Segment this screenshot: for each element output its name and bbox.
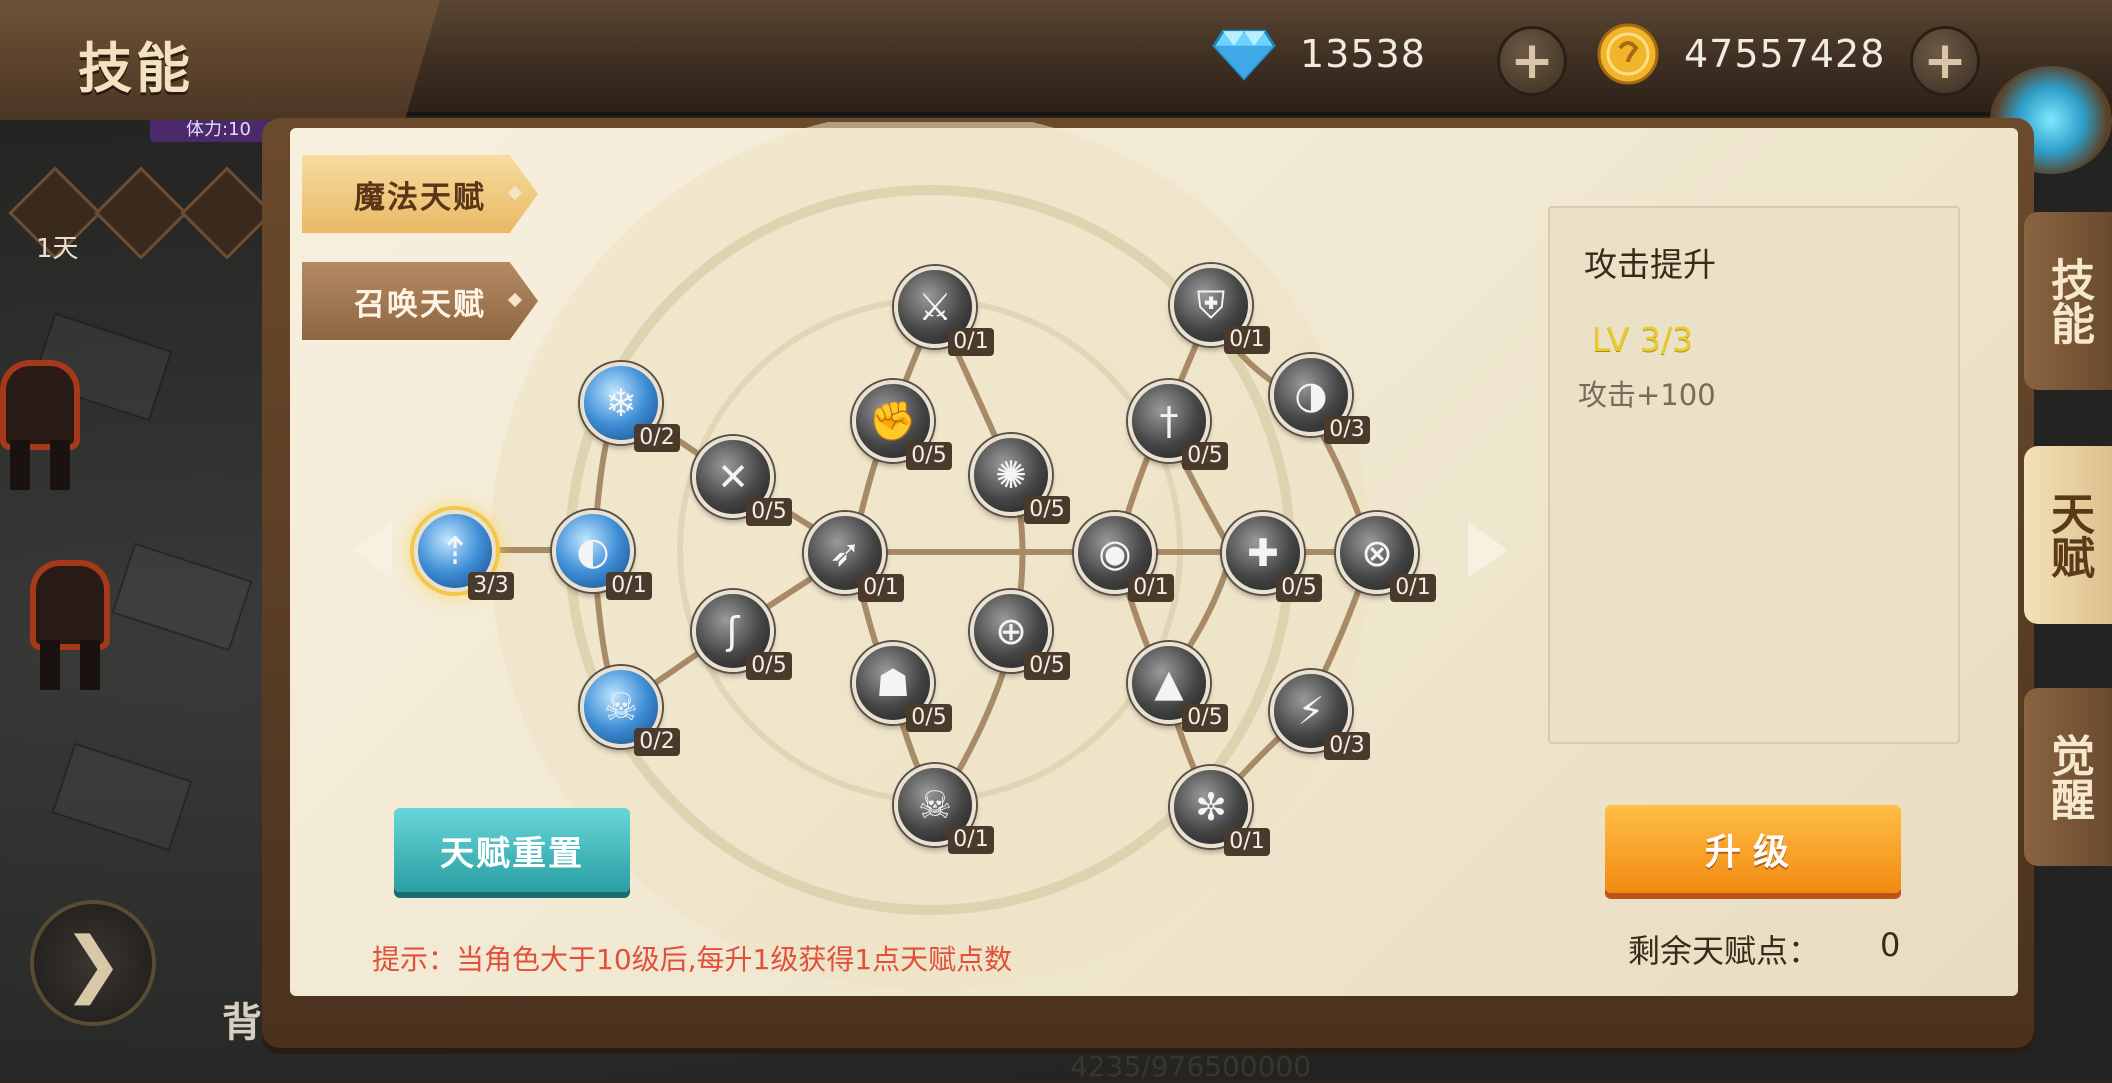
tab-summon-label: 召唤天赋 xyxy=(354,286,486,323)
side-tab-talent[interactable]: 天赋 xyxy=(2024,446,2112,624)
talent-reset-button[interactable]: 天赋重置 xyxy=(394,808,630,892)
talent-node-level: 0/1 xyxy=(1390,574,1436,602)
talent-effect: 攻击+100 xyxy=(1578,378,1716,412)
talent-node[interactable]: ⛨ 0/1 xyxy=(1170,264,1270,354)
talent-node[interactable]: ◐ 0/1 xyxy=(552,510,652,600)
experience-readout: 4235/976500000 xyxy=(1070,1050,1312,1083)
talent-node-level: 0/5 xyxy=(1024,496,1070,524)
talent-node-level: 0/3 xyxy=(1324,732,1370,760)
talent-node[interactable]: ◉ 0/1 xyxy=(1074,512,1174,602)
talent-node[interactable]: ☗ 0/5 xyxy=(852,642,952,732)
talent-node[interactable]: ⚡ 0/3 xyxy=(1270,670,1370,760)
gold-coin-icon xyxy=(1596,22,1660,86)
add-gold-button[interactable]: + xyxy=(1910,26,1980,96)
talent-node-level: 3/3 xyxy=(468,572,514,600)
talent-node[interactable]: ⚔ 0/1 xyxy=(894,266,994,356)
talent-node[interactable]: ⊕ 0/5 xyxy=(970,590,1070,680)
talent-node[interactable]: ☠ 0/2 xyxy=(580,666,680,756)
talent-node[interactable]: ✺ 0/5 xyxy=(970,434,1070,524)
enemy-figure xyxy=(0,340,100,490)
title-plate xyxy=(0,0,440,120)
talent-node[interactable]: ⊗ 0/1 xyxy=(1336,512,1436,602)
page-title: 技能 xyxy=(78,37,194,100)
talent-node-level: 0/1 xyxy=(606,572,652,600)
talent-node-level: 0/2 xyxy=(634,728,680,756)
enemy-figure xyxy=(10,540,130,690)
talent-node-level: 0/5 xyxy=(1024,652,1070,680)
talent-node[interactable]: ✼ 0/1 xyxy=(1170,766,1270,856)
talent-node[interactable]: ☠ 0/1 xyxy=(894,764,994,854)
talent-level: LV 3/3 xyxy=(1592,320,1693,359)
add-diamond-button[interactable]: + xyxy=(1497,26,1567,96)
talent-node-level: 0/1 xyxy=(1224,326,1270,354)
talent-node-level: 0/5 xyxy=(746,498,792,526)
diamond-currency: 13538 xyxy=(1212,22,1426,86)
floor-tile xyxy=(51,742,193,852)
tab-marker-icon xyxy=(507,185,523,201)
talent-node-level: 0/5 xyxy=(1276,574,1322,602)
remaining-points-value: 0 xyxy=(1880,926,1901,964)
gold-currency: 47557428 xyxy=(1596,22,1885,86)
talent-node[interactable]: ◑ 0/3 xyxy=(1270,354,1370,444)
tab-summon-talent[interactable]: 召唤天赋 xyxy=(302,262,538,340)
talent-node-level: 0/5 xyxy=(1182,704,1228,732)
potion-icon[interactable] xyxy=(180,166,274,260)
tab-magic-label: 魔法天赋 xyxy=(354,179,486,216)
chevron-right-icon: ❯ xyxy=(62,921,124,1005)
tab-magic-talent[interactable]: 魔法天赋 xyxy=(302,155,538,233)
hint-text: 提示：当角色大于10级后,每升1级获得1点天赋点数 xyxy=(372,943,1013,976)
talent-node-level: 0/3 xyxy=(1324,416,1370,444)
talent-node-level: 0/1 xyxy=(1224,828,1270,856)
talent-info-panel xyxy=(1548,206,1960,744)
tab-marker-icon xyxy=(507,292,523,308)
days-counter: 1天 xyxy=(36,234,79,264)
talent-node[interactable]: ❄ 0/2 xyxy=(580,362,680,452)
talent-node-level: 0/1 xyxy=(1128,574,1174,602)
horse-icon[interactable] xyxy=(94,166,188,260)
talent-node[interactable]: ✕ 0/5 xyxy=(692,436,792,526)
diamond-amount: 13538 xyxy=(1300,32,1426,76)
talent-node[interactable]: ✚ 0/5 xyxy=(1222,512,1322,602)
talent-node-level: 0/2 xyxy=(634,424,680,452)
talent-node[interactable]: ▲ 0/5 xyxy=(1128,642,1228,732)
side-tab-label: 觉醒 xyxy=(2043,733,2094,821)
stamina-bar: 体力:10 xyxy=(150,118,270,142)
talent-node-level: 0/5 xyxy=(1182,442,1228,470)
talent-node[interactable]: ✊ 0/5 xyxy=(852,380,952,470)
bag-label[interactable]: 背 xyxy=(222,990,262,1048)
talent-node-level: 0/5 xyxy=(746,652,792,680)
talent-node[interactable]: ʃ 0/5 xyxy=(692,590,792,680)
talent-node-level: 0/1 xyxy=(948,826,994,854)
side-tab-label: 天赋 xyxy=(2043,491,2094,579)
side-tab-skills[interactable]: 技能 xyxy=(2024,212,2112,390)
talent-node-attack-up[interactable]: ⇡ 3/3 xyxy=(414,510,514,600)
floor-tile xyxy=(111,542,253,652)
expand-arrow-button[interactable]: ❯ xyxy=(30,900,156,1026)
gold-amount: 47557428 xyxy=(1684,32,1886,76)
talent-node[interactable]: ➶ 0/1 xyxy=(804,512,904,602)
talent-node-level: 0/5 xyxy=(906,442,952,470)
remaining-points-label: 剩余天赋点： xyxy=(1628,932,1821,970)
upgrade-button[interactable]: 升级 xyxy=(1605,805,1901,893)
top-bar: 技能 13538 + 47557428 + xyxy=(0,0,2112,120)
talent-node[interactable]: † 0/5 xyxy=(1128,380,1228,470)
talent-node-level: 0/1 xyxy=(948,328,994,356)
side-tab-label: 技能 xyxy=(2043,257,2094,345)
talent-node-level: 0/5 xyxy=(906,704,952,732)
talent-name: 攻击提升 xyxy=(1584,245,1716,284)
talent-node-level: 0/1 xyxy=(858,574,904,602)
diamond-icon xyxy=(1212,22,1276,86)
side-tab-awaken[interactable]: 觉醒 xyxy=(2024,688,2112,866)
